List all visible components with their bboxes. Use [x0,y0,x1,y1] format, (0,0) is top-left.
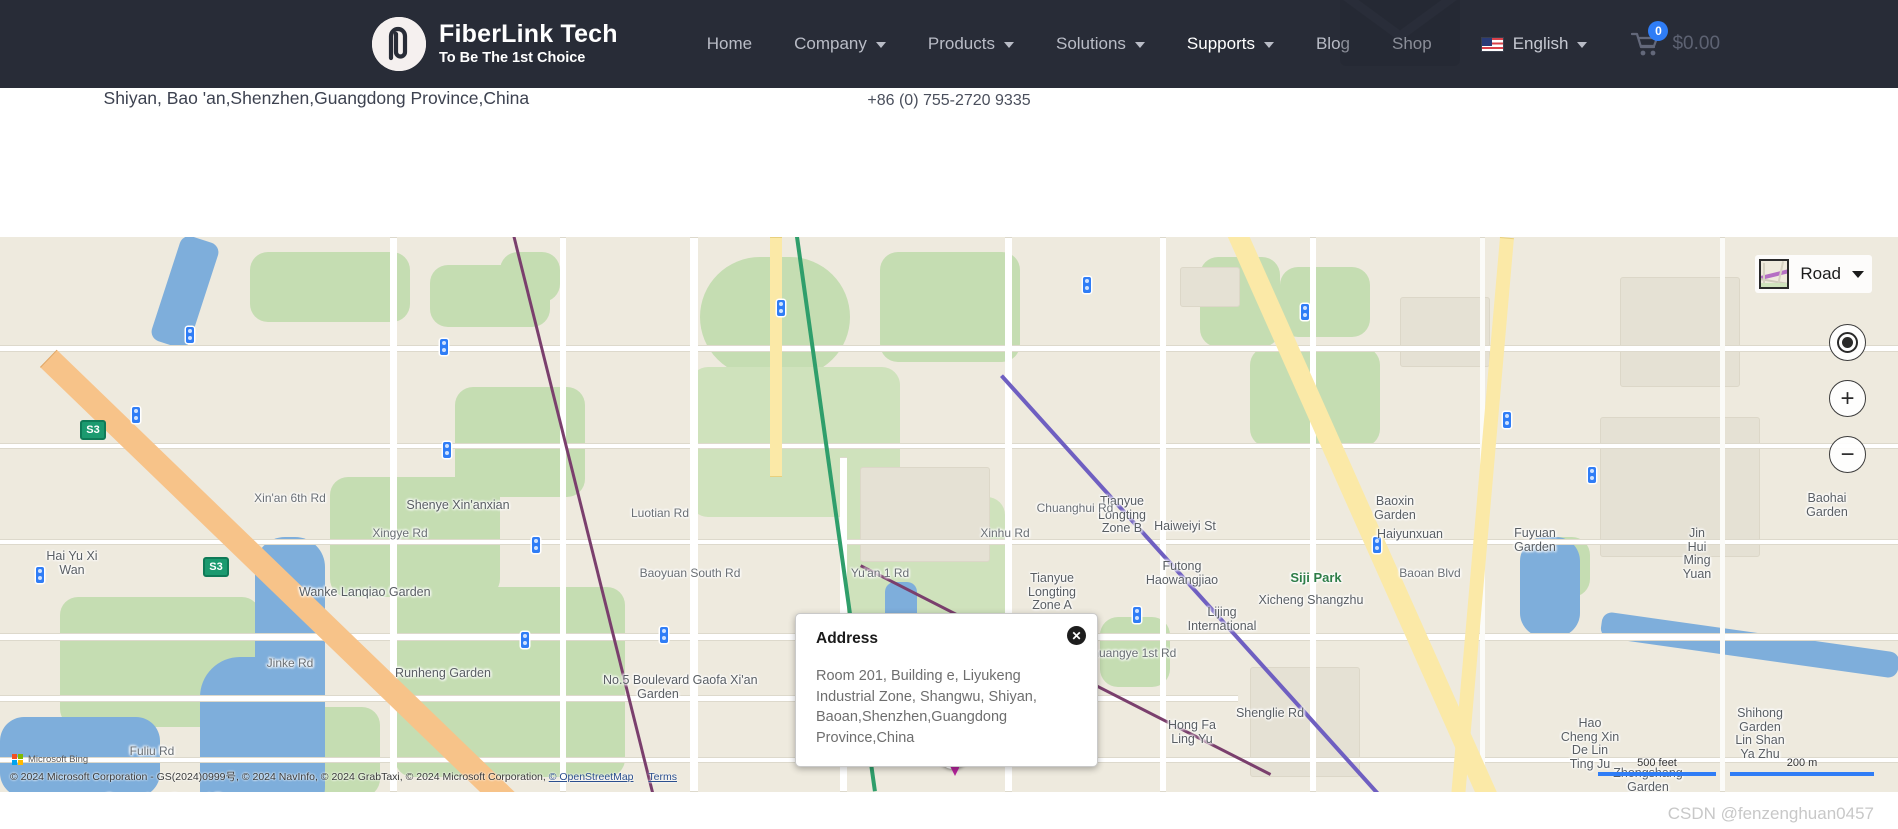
csdn-watermark: CSDN @fenzenghuan0457 [1667,804,1874,823]
locate-me-button[interactable] [1829,324,1866,361]
nav-label: Company [794,34,867,53]
traffic-signal-icon [1133,607,1141,623]
chevron-down-icon [1263,42,1274,48]
cart-count-badge: 0 [1648,21,1669,41]
scale-imperial: 500 feet [1598,757,1716,776]
map-attribution: © 2024 Microsoft Corporation - GS(2024)0… [10,769,677,784]
traffic-signal-icon [443,442,451,458]
chevron-down-icon [1577,42,1588,48]
bing-tiles-icon [12,754,23,765]
map-thumbnail-icon [1759,259,1790,289]
traffic-signal-icon [1588,467,1596,483]
traffic-signal-icon [1083,277,1091,293]
map-type-label: Road [1800,264,1841,283]
chevron-down-icon [1003,42,1014,48]
nav-label: Home [706,34,753,53]
traffic-signal-icon [1301,304,1309,320]
scale-metric: 200 m [1730,757,1874,776]
traffic-signal-icon [660,627,668,643]
page-root: Visit Us Building-E, Liyukeng Industrial… [0,0,1898,829]
map-water [1520,537,1580,637]
map-major-road [770,237,782,477]
traffic-signal-icon [186,327,194,343]
nav-item-company[interactable]: Company [773,0,907,88]
chevron-down-icon [1852,270,1864,278]
address-infobox[interactable]: ✕ Address Room 201, Building e, Liyukeng… [795,613,1098,767]
terms-link[interactable]: Terms [648,771,677,783]
map-green-area [330,477,500,597]
brand-name: FiberLink Tech [439,20,618,48]
bing-provider-name: Microsoft Bing [28,754,89,765]
scale-metric-label: 200 m [1786,757,1818,769]
scale-imperial-label: 500 feet [1637,757,1677,769]
language-label: English [1512,34,1569,53]
nav-item-solutions[interactable]: Solutions [1035,0,1166,88]
locate-me-icon [1837,332,1858,353]
map-green-area [395,587,625,777]
map-block [1400,297,1490,367]
map-canvas[interactable]: S3 S3 Shenye Xin'anxian Hai Yu Xi Wan Wank… [0,237,1898,792]
bing-map[interactable]: S3 S3 Shenye Xin'anxian Hai Yu Xi Wan Wank… [0,237,1898,792]
close-icon[interactable]: ✕ [1067,626,1086,645]
nav-item-products[interactable]: Products [907,0,1035,88]
cart-total: $0.00 [1672,33,1721,54]
infobox-title: Address [816,630,879,647]
nav-item-supports[interactable]: Supports [1166,0,1295,88]
shopping-cart-icon: 0 [1631,21,1669,57]
map-block [1600,417,1760,557]
map-road [1720,237,1725,792]
cart-button[interactable]: 0 $0.00 [1631,21,1721,57]
attribution-text: © 2024 Microsoft Corporation - GS(2024)0… [10,771,546,783]
bing-logo-icon: Microsoft Bing [12,754,88,765]
chevron-down-icon [875,42,886,48]
chevron-down-icon [1134,42,1145,48]
us-flag-icon [1480,36,1504,52]
phone-secondary[interactable]: +86 (0) 755-2720 9335 [663,86,1236,116]
map-scalebar: 500 feet 200 m [1598,757,1874,776]
map-green-area [1280,267,1370,337]
map-road [0,539,1898,545]
map-road [560,237,566,792]
map-type-selector[interactable]: Road [1755,255,1872,293]
openstreetmap-link[interactable]: © OpenStreetMap [549,771,634,783]
traffic-signal-icon [521,632,529,648]
brand-logo[interactable]: FiberLink Tech To Be The 1st Choice [372,17,618,71]
traffic-signal-icon [132,407,140,423]
map-green-area [250,252,410,322]
main-navigation: Home Company Products Solutions Supports… [686,0,1720,88]
language-selector[interactable]: English [1463,34,1606,54]
map-road [690,237,698,792]
map-block [860,467,990,562]
zoom-out-button[interactable]: − [1829,436,1866,473]
nav-label: Products [927,34,995,53]
traffic-signal-icon [777,300,785,316]
traffic-signal-icon [1503,412,1511,428]
site-header: FiberLink Tech To Be The 1st Choice Home… [0,0,1898,88]
map-road [1310,237,1316,792]
traffic-signal-icon [440,339,448,355]
nav-item-home[interactable]: Home [686,0,773,88]
highway-shield-s3: S3 [203,557,229,577]
brand-text: FiberLink Tech To Be The 1st Choice [439,20,618,68]
traffic-signal-icon [1373,537,1381,553]
map-block [1180,267,1240,307]
brand-tagline: To Be The 1st Choice [439,50,586,66]
minus-icon: − [1840,440,1855,468]
nav-label: Supports [1186,34,1255,53]
fiberlink-loop-logo-icon [372,17,426,71]
traffic-signal-icon [532,537,540,553]
map-road [0,345,1898,352]
map-road [0,443,1898,449]
highway-shield-s3: S3 [80,420,106,440]
infobox-body: Room 201, Building e, Liyukeng Industria… [816,668,1037,746]
envelope-icon [1340,0,1460,72]
traffic-signal-icon [36,567,44,583]
map-road [1160,237,1166,792]
nav-label: Solutions [1055,34,1126,53]
zoom-in-button[interactable]: + [1829,380,1866,417]
plus-icon: + [1840,384,1855,412]
